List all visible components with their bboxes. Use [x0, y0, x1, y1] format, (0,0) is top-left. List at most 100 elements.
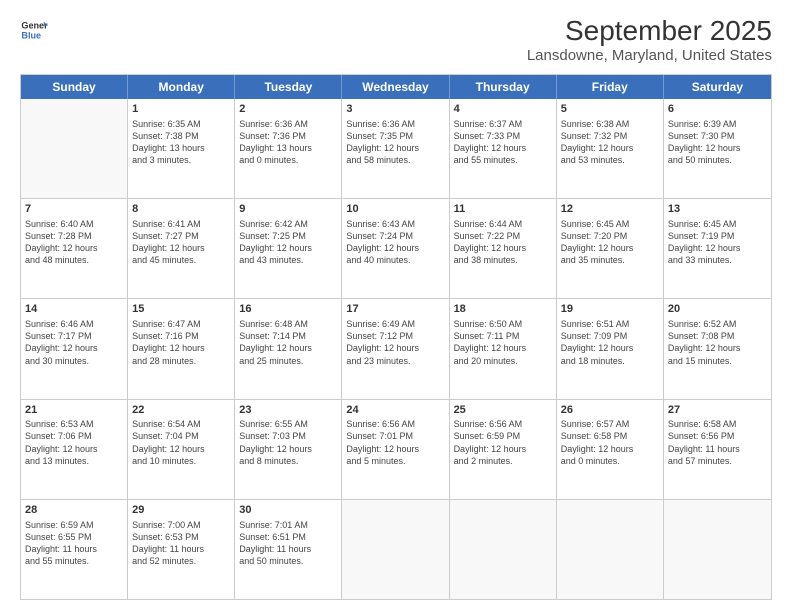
calendar-cell: 6Sunrise: 6:39 AMSunset: 7:30 PMDaylight…: [664, 99, 771, 198]
cell-text-line: Sunset: 6:58 PM: [561, 430, 659, 442]
cell-text-line: and 5 minutes.: [346, 455, 444, 467]
cell-text-line: Sunset: 7:01 PM: [346, 430, 444, 442]
day-number: 6: [668, 102, 767, 117]
cell-text-line: and 55 minutes.: [454, 154, 552, 166]
cell-text-line: Sunrise: 6:56 AM: [454, 418, 552, 430]
calendar-body: 1Sunrise: 6:35 AMSunset: 7:38 PMDaylight…: [21, 99, 771, 599]
calendar-cell: 23Sunrise: 6:55 AMSunset: 7:03 PMDayligh…: [235, 400, 342, 499]
cell-text-line: Sunrise: 6:57 AM: [561, 418, 659, 430]
cell-text-line: Sunset: 7:24 PM: [346, 230, 444, 242]
day-number: 22: [132, 403, 230, 418]
cell-text-line: Sunrise: 6:50 AM: [454, 318, 552, 330]
cell-text-line: Sunrise: 6:38 AM: [561, 118, 659, 130]
cell-text-line: Daylight: 12 hours: [454, 443, 552, 455]
calendar-title: September 2025: [527, 16, 772, 47]
cell-text-line: Sunrise: 6:36 AM: [346, 118, 444, 130]
day-header-saturday: Saturday: [664, 75, 771, 99]
day-number: 29: [132, 503, 230, 518]
cell-text-line: and 50 minutes.: [239, 555, 337, 567]
calendar-cell: 16Sunrise: 6:48 AMSunset: 7:14 PMDayligh…: [235, 299, 342, 398]
cell-text-line: Sunrise: 6:56 AM: [346, 418, 444, 430]
cell-text-line: Daylight: 12 hours: [239, 242, 337, 254]
calendar-header: SundayMondayTuesdayWednesdayThursdayFrid…: [21, 75, 771, 99]
calendar-cell: 19Sunrise: 6:51 AMSunset: 7:09 PMDayligh…: [557, 299, 664, 398]
calendar-cell: [21, 99, 128, 198]
calendar-cell: 9Sunrise: 6:42 AMSunset: 7:25 PMDaylight…: [235, 199, 342, 298]
cell-text-line: Daylight: 12 hours: [561, 242, 659, 254]
cell-text-line: Daylight: 12 hours: [454, 342, 552, 354]
calendar-cell: 10Sunrise: 6:43 AMSunset: 7:24 PMDayligh…: [342, 199, 449, 298]
cell-text-line: Sunset: 7:38 PM: [132, 130, 230, 142]
day-number: 11: [454, 202, 552, 217]
day-number: 12: [561, 202, 659, 217]
cell-text-line: and 8 minutes.: [239, 455, 337, 467]
cell-text-line: and 53 minutes.: [561, 154, 659, 166]
cell-text-line: and 28 minutes.: [132, 355, 230, 367]
day-number: 30: [239, 503, 337, 518]
cell-text-line: and 2 minutes.: [454, 455, 552, 467]
calendar-cell: 13Sunrise: 6:45 AMSunset: 7:19 PMDayligh…: [664, 199, 771, 298]
day-number: 24: [346, 403, 444, 418]
calendar-row-1: 1Sunrise: 6:35 AMSunset: 7:38 PMDaylight…: [21, 99, 771, 199]
cell-text-line: Sunset: 6:59 PM: [454, 430, 552, 442]
cell-text-line: Sunset: 7:14 PM: [239, 330, 337, 342]
cell-text-line: Sunrise: 6:55 AM: [239, 418, 337, 430]
cell-text-line: Sunrise: 6:54 AM: [132, 418, 230, 430]
cell-text-line: Sunrise: 7:01 AM: [239, 519, 337, 531]
cell-text-line: Sunrise: 6:49 AM: [346, 318, 444, 330]
day-number: 19: [561, 302, 659, 317]
cell-text-line: Sunrise: 6:37 AM: [454, 118, 552, 130]
cell-text-line: Daylight: 11 hours: [239, 543, 337, 555]
cell-text-line: Sunset: 7:20 PM: [561, 230, 659, 242]
cell-text-line: Sunrise: 6:52 AM: [668, 318, 767, 330]
cell-text-line: Sunset: 6:51 PM: [239, 531, 337, 543]
day-number: 16: [239, 302, 337, 317]
logo-icon: General Blue: [20, 16, 48, 44]
cell-text-line: Daylight: 12 hours: [25, 242, 123, 254]
cell-text-line: Sunset: 7:30 PM: [668, 130, 767, 142]
day-number: 25: [454, 403, 552, 418]
cell-text-line: Sunrise: 6:45 AM: [668, 218, 767, 230]
calendar-cell: 25Sunrise: 6:56 AMSunset: 6:59 PMDayligh…: [450, 400, 557, 499]
cell-text-line: Sunset: 6:55 PM: [25, 531, 123, 543]
cell-text-line: Daylight: 12 hours: [346, 242, 444, 254]
cell-text-line: and 30 minutes.: [25, 355, 123, 367]
cell-text-line: Sunset: 7:11 PM: [454, 330, 552, 342]
cell-text-line: and 45 minutes.: [132, 254, 230, 266]
cell-text-line: Daylight: 12 hours: [239, 443, 337, 455]
calendar-cell: 18Sunrise: 6:50 AMSunset: 7:11 PMDayligh…: [450, 299, 557, 398]
calendar-cell: 21Sunrise: 6:53 AMSunset: 7:06 PMDayligh…: [21, 400, 128, 499]
cell-text-line: Daylight: 12 hours: [454, 142, 552, 154]
title-block: September 2025 Lansdowne, Maryland, Unit…: [527, 16, 772, 64]
calendar-cell: 5Sunrise: 6:38 AMSunset: 7:32 PMDaylight…: [557, 99, 664, 198]
day-header-wednesday: Wednesday: [342, 75, 449, 99]
calendar-cell: 2Sunrise: 6:36 AMSunset: 7:36 PMDaylight…: [235, 99, 342, 198]
calendar-cell: 11Sunrise: 6:44 AMSunset: 7:22 PMDayligh…: [450, 199, 557, 298]
calendar-subtitle: Lansdowne, Maryland, United States: [527, 47, 772, 64]
day-number: 28: [25, 503, 123, 518]
cell-text-line: Sunset: 7:03 PM: [239, 430, 337, 442]
cell-text-line: Sunset: 6:53 PM: [132, 531, 230, 543]
cell-text-line: Sunset: 7:08 PM: [668, 330, 767, 342]
day-header-tuesday: Tuesday: [235, 75, 342, 99]
day-number: 7: [25, 202, 123, 217]
day-header-thursday: Thursday: [450, 75, 557, 99]
day-number: 26: [561, 403, 659, 418]
calendar-cell: 24Sunrise: 6:56 AMSunset: 7:01 PMDayligh…: [342, 400, 449, 499]
cell-text-line: and 48 minutes.: [25, 254, 123, 266]
day-header-friday: Friday: [557, 75, 664, 99]
cell-text-line: and 3 minutes.: [132, 154, 230, 166]
calendar-cell: 8Sunrise: 6:41 AMSunset: 7:27 PMDaylight…: [128, 199, 235, 298]
calendar-cell: [557, 500, 664, 599]
cell-text-line: Sunset: 7:27 PM: [132, 230, 230, 242]
cell-text-line: Sunset: 7:28 PM: [25, 230, 123, 242]
day-number: 21: [25, 403, 123, 418]
cell-text-line: Daylight: 12 hours: [132, 242, 230, 254]
cell-text-line: Sunrise: 6:51 AM: [561, 318, 659, 330]
calendar-cell: 26Sunrise: 6:57 AMSunset: 6:58 PMDayligh…: [557, 400, 664, 499]
day-number: 18: [454, 302, 552, 317]
cell-text-line: Sunrise: 6:36 AM: [239, 118, 337, 130]
cell-text-line: Daylight: 12 hours: [561, 142, 659, 154]
cell-text-line: Sunrise: 6:42 AM: [239, 218, 337, 230]
calendar-cell: 4Sunrise: 6:37 AMSunset: 7:33 PMDaylight…: [450, 99, 557, 198]
